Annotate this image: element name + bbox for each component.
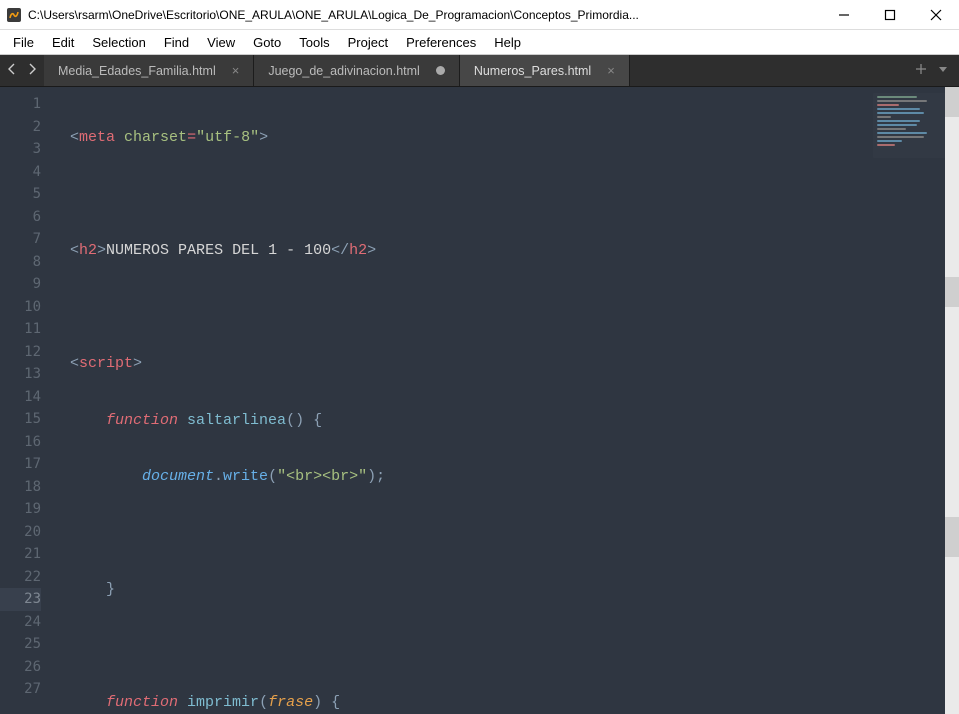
line-number: 16 — [0, 431, 41, 454]
code-line: document.write("<br><br>"); — [55, 466, 959, 489]
code-line: } — [55, 579, 959, 602]
maximize-button[interactable] — [867, 0, 913, 30]
line-number: 9 — [0, 273, 41, 296]
app-icon — [6, 7, 22, 23]
line-gutter: 1234567891011121314151617181920212223242… — [0, 87, 55, 714]
nav-back-icon[interactable] — [6, 63, 18, 78]
tab-label: Juego_de_adivinacion.html — [268, 64, 420, 78]
menu-file[interactable]: File — [4, 32, 43, 53]
menu-view[interactable]: View — [198, 32, 244, 53]
close-button[interactable] — [913, 0, 959, 30]
menu-edit[interactable]: Edit — [43, 32, 83, 53]
page-scrollbar[interactable] — [947, 87, 959, 714]
close-icon[interactable]: × — [607, 63, 615, 78]
new-tab-icon[interactable] — [915, 63, 927, 78]
menu-project[interactable]: Project — [339, 32, 397, 53]
code-line — [55, 184, 959, 207]
scrollbar-track[interactable] — [945, 87, 959, 714]
menu-goto[interactable]: Goto — [244, 32, 290, 53]
menubar: File Edit Selection Find View Goto Tools… — [0, 30, 959, 55]
editor[interactable]: 1234567891011121314151617181920212223242… — [0, 87, 959, 714]
line-number: 14 — [0, 386, 41, 409]
line-number: 25 — [0, 633, 41, 656]
tab-numeros-pares[interactable]: Numeros_Pares.html × — [460, 55, 630, 86]
tab-juego-adivinacion[interactable]: Juego_de_adivinacion.html — [254, 55, 460, 86]
line-number: 23 — [0, 588, 41, 611]
line-number: 22 — [0, 566, 41, 589]
menu-help[interactable]: Help — [485, 32, 530, 53]
menu-tools[interactable]: Tools — [290, 32, 338, 53]
tabbar: Media_Edades_Familia.html × Juego_de_adi… — [0, 55, 959, 87]
line-number: 18 — [0, 476, 41, 499]
code-line — [55, 523, 959, 546]
menu-preferences[interactable]: Preferences — [397, 32, 485, 53]
line-number: 11 — [0, 318, 41, 341]
window-title: C:\Users\rsarm\OneDrive\Escritorio\ONE_A… — [28, 8, 821, 22]
code-line: <h2>NUMEROS PARES DEL 1 - 100</h2> — [55, 240, 959, 263]
line-number: 12 — [0, 341, 41, 364]
code-line — [55, 636, 959, 659]
menu-selection[interactable]: Selection — [83, 32, 154, 53]
line-number: 7 — [0, 228, 41, 251]
line-number: 26 — [0, 656, 41, 679]
scrollbar-thumb[interactable] — [945, 517, 959, 557]
line-number: 24 — [0, 611, 41, 634]
line-number: 6 — [0, 206, 41, 229]
close-icon[interactable]: × — [232, 63, 240, 78]
tab-menu-icon[interactable] — [937, 63, 949, 78]
tab-label: Media_Edades_Familia.html — [58, 64, 216, 78]
titlebar: C:\Users\rsarm\OneDrive\Escritorio\ONE_A… — [0, 0, 959, 30]
line-number: 3 — [0, 138, 41, 161]
line-number: 10 — [0, 296, 41, 319]
minimap[interactable] — [873, 93, 953, 158]
line-number: 15 — [0, 408, 41, 431]
line-number: 13 — [0, 363, 41, 386]
nav-forward-icon[interactable] — [26, 63, 38, 78]
tab-actions — [905, 55, 959, 86]
code-line: function saltarlinea() { — [55, 410, 959, 433]
dirty-indicator-icon — [436, 66, 445, 75]
line-number: 27 — [0, 678, 41, 701]
line-number: 5 — [0, 183, 41, 206]
tab-label: Numeros_Pares.html — [474, 64, 591, 78]
line-number: 19 — [0, 498, 41, 521]
scrollbar-thumb[interactable] — [945, 277, 959, 307]
line-number: 2 — [0, 116, 41, 139]
code-line: <script> — [55, 353, 959, 376]
tab-nav-arrows — [0, 55, 44, 86]
line-number: 1 — [0, 93, 41, 116]
code-line: function imprimir(frase) { — [55, 692, 959, 714]
line-number: 17 — [0, 453, 41, 476]
line-number: 20 — [0, 521, 41, 544]
code-area[interactable]: <meta charset="utf-8"> <h2>NUMEROS PARES… — [55, 87, 959, 714]
window-controls — [821, 0, 959, 30]
line-number: 4 — [0, 161, 41, 184]
tab-media-edades[interactable]: Media_Edades_Familia.html × — [44, 55, 254, 86]
minimize-button[interactable] — [821, 0, 867, 30]
scrollbar-thumb[interactable] — [945, 87, 959, 117]
line-number: 8 — [0, 251, 41, 274]
menu-find[interactable]: Find — [155, 32, 198, 53]
line-number: 21 — [0, 543, 41, 566]
code-line — [55, 297, 959, 320]
code-line: <meta charset="utf-8"> — [55, 127, 959, 150]
